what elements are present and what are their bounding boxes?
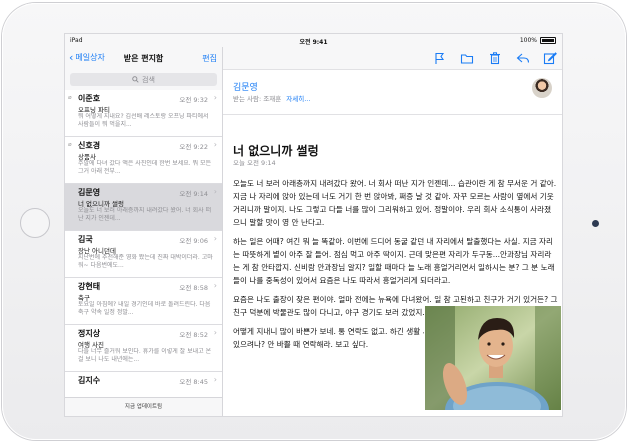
mail-sender: 강현태 xyxy=(78,282,101,291)
mail-preview: 오늘도 너 보러 아래층까지 내려갔다 왔어. 너 회사 떠난 지가 인젠데..… xyxy=(78,207,212,222)
search-input[interactable]: 검색 xyxy=(70,73,217,86)
folder-icon[interactable] xyxy=(460,51,474,65)
trash-icon[interactable] xyxy=(488,51,502,65)
chevron-right-icon: › xyxy=(213,234,217,243)
edit-button[interactable]: 편집 xyxy=(202,53,217,64)
clock: 오전 9:41 xyxy=(299,39,328,46)
mail-time: 오전 8:45 xyxy=(179,378,208,386)
camera-lens xyxy=(592,220,599,227)
chevron-right-icon: › xyxy=(213,187,217,196)
sidebar-header: ‹ 메일상자 받은 편지함 편집 xyxy=(65,47,222,69)
sender-name[interactable]: 김문영 xyxy=(233,80,258,93)
message-date: 오늘 오전 9:14 xyxy=(233,159,276,167)
chevron-right-icon: › xyxy=(213,281,217,290)
battery-indicator: 100% xyxy=(520,37,556,44)
flag-icon[interactable] xyxy=(432,51,446,65)
search-icon xyxy=(132,76,139,83)
ipad-device: iPad 오전 9:41 100% ‹ 메일상자 받은 편지함 편집 검색 ⌀ … xyxy=(2,3,626,440)
battery-percent: 100% xyxy=(519,37,537,44)
mail-time: 오전 9:06 xyxy=(179,237,208,245)
mail-list-item-selected[interactable]: 김문영 오전 9:14 › 너 없으니까 썰렁 오늘도 너 보러 아래층까지 내… xyxy=(65,184,222,231)
mail-sender: 신호경 xyxy=(78,141,101,150)
chevron-right-icon: › xyxy=(213,140,217,149)
paperclip-icon: ⌀ xyxy=(68,141,72,148)
mail-sender: 이준호 xyxy=(78,94,101,103)
mail-time: 오전 9:22 xyxy=(179,143,208,151)
mail-preview: 뭐 어떻게 지내요? 김선배 레스토랑 오프닝 파티에서 사람들이 뭐 먹을지.… xyxy=(78,113,209,128)
status-bar: iPad 오전 9:41 100% xyxy=(65,34,562,47)
body-paragraph: 오늘도 너 보러 아래층까지 내려갔다 왔어. 너 회사 떠난 지가 인젠데..… xyxy=(233,179,557,227)
message-toolbar xyxy=(223,47,562,70)
mail-preview: 다들 너무 즐거워 보인다. 휴가를 이렇게 잘 보내고 온 걸 보니 나도 내… xyxy=(78,348,212,363)
mailbox-sidebar: ‹ 메일상자 받은 편지함 편집 검색 ⌀ 이준호 오전 9:32 › 오프닝 … xyxy=(65,47,223,416)
recipient-label: 받는 사람: 조재훈 xyxy=(233,95,282,103)
mail-list-item[interactable]: 강현태 오전 8:58 › 축구 토요일 아침에? 내일 경기인데 바로 돌려드… xyxy=(65,278,222,325)
update-status: 지금 업데이트됨 xyxy=(65,397,222,416)
inbox-title: 받은 편지함 xyxy=(123,54,164,63)
facetime-caller-image xyxy=(425,306,561,410)
mail-preview: 지난번에 추천해준 영화 봤는데 진짜 대박이더라. 고마워~ 다음번에도... xyxy=(78,254,213,269)
mail-time: 오전 9:14 xyxy=(179,190,208,198)
mail-preview: 토요일 아침에? 내일 경기인데 바로 돌려드린다. 다음 축구 약속 일정 정… xyxy=(78,301,211,316)
mail-sender: 정지상 xyxy=(78,329,101,338)
mail-sender: 김국 xyxy=(78,235,93,244)
search-placeholder: 검색 xyxy=(142,75,155,84)
mail-list-item[interactable]: ⌀ 신호경 오전 9:22 › 상품사 주말에 다녀 갔다 액은 사진인데 한번… xyxy=(65,137,222,184)
mail-list-item[interactable]: ⌀ 이준호 오전 9:32 › 오프닝 파티 뭐 어떻게 지내요? 김선배 레스… xyxy=(65,90,222,137)
battery-icon xyxy=(540,37,556,44)
paperclip-icon: ⌀ xyxy=(68,94,72,101)
mail-sender: 김문영 xyxy=(78,188,101,197)
sender-avatar xyxy=(532,78,552,98)
body-paragraph: 하는 일은 어때? 여긴 뭐 늘 똑같아. 이번에 드디어 동굴 같던 내 자리… xyxy=(233,237,555,285)
mail-preview: 주말에 다녀 갔다 액은 사진인데 한번 보세요. 뭐 모든 그거 아래 전부.… xyxy=(78,160,212,175)
mail-list-item[interactable]: 정지상 오전 8:52 › 여행 사진 다들 너무 즐거워 보인다. 휴가를 이… xyxy=(65,325,222,372)
chevron-right-icon: › xyxy=(213,93,217,102)
mail-time: 오전 8:52 xyxy=(179,331,208,339)
chevron-right-icon: › xyxy=(213,375,217,384)
reply-icon[interactable] xyxy=(516,51,530,65)
mail-time: 오전 9:32 xyxy=(179,96,208,104)
mail-sender: 김지수 xyxy=(78,376,101,385)
details-link[interactable]: 자세히... xyxy=(286,95,310,103)
message-header: 김문영 받는 사람: 조재훈 자세히... xyxy=(223,70,562,115)
home-button[interactable] xyxy=(20,208,50,238)
mail-list-item[interactable]: 김국 오전 9:06 › 장난 아니던데 지난번에 추천해준 영화 봤는데 진짜… xyxy=(65,231,222,278)
mail-time: 오전 8:58 xyxy=(179,284,208,292)
mail-list: ⌀ 이준호 오전 9:32 › 오프닝 파티 뭐 어떻게 지내요? 김선배 레스… xyxy=(65,90,222,416)
facetime-video-overlay[interactable] xyxy=(424,305,562,411)
chevron-right-icon: › xyxy=(213,328,217,337)
recipient-line: 받는 사람: 조재훈 자세히... xyxy=(233,93,310,103)
screen: iPad 오전 9:41 100% ‹ 메일상자 받은 편지함 편집 검색 ⌀ … xyxy=(64,33,563,417)
compose-icon[interactable] xyxy=(543,51,557,65)
